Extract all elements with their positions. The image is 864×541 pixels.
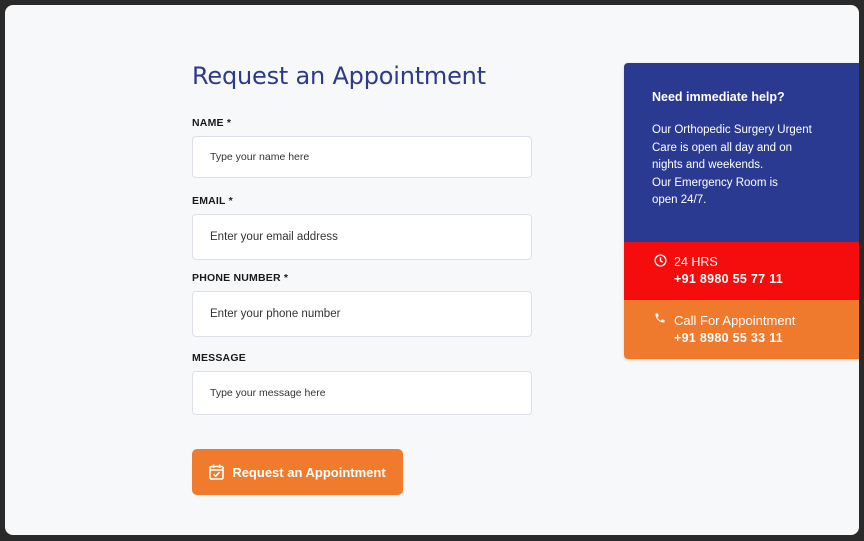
name-field[interactable] xyxy=(192,136,532,178)
emergency-phone[interactable]: +91 8980 55 77 11 xyxy=(674,272,783,286)
help-line: open 24/7. xyxy=(652,194,707,206)
appointment-contact[interactable]: Call For Appointment +91 8980 55 33 11 xyxy=(624,300,859,359)
appointment-phone[interactable]: +91 8980 55 33 11 xyxy=(674,331,783,345)
appointment-title: Call For Appointment xyxy=(674,313,796,328)
help-panel: Need immediate help? Our Orthopedic Surg… xyxy=(624,63,859,359)
page: Request an Appointment NAME * EMAIL * PH… xyxy=(5,5,859,535)
message-field[interactable] xyxy=(192,371,532,415)
phone-icon xyxy=(654,312,666,327)
help-line: Our Orthopedic Surgery Urgent xyxy=(652,124,812,136)
emergency-contact[interactable]: 24 HRS +91 8980 55 77 11 xyxy=(624,242,859,300)
phone-label: PHONE NUMBER * xyxy=(192,272,289,284)
page-title: Request an Appointment xyxy=(192,62,486,90)
help-line: nights and weekends. xyxy=(652,159,764,171)
calendar-check-icon xyxy=(209,464,225,480)
email-field[interactable] xyxy=(192,214,532,260)
message-label: MESSAGE xyxy=(192,352,246,364)
request-appointment-label: Request an Appointment xyxy=(232,464,386,480)
clock-icon xyxy=(654,254,667,270)
name-label: NAME * xyxy=(192,117,232,129)
help-line: Our Emergency Room is xyxy=(652,176,778,189)
email-label: EMAIL * xyxy=(192,195,233,207)
help-info: Need immediate help? Our Orthopedic Surg… xyxy=(624,63,859,242)
phone-field[interactable] xyxy=(192,291,532,337)
help-heading: Need immediate help? xyxy=(652,90,785,104)
emergency-title: 24 HRS xyxy=(674,255,718,269)
help-text: Our Orthopedic Surgery Urgent Care is op… xyxy=(652,122,852,210)
request-appointment-button[interactable]: Request an Appointment xyxy=(192,449,403,495)
help-line: Care is open all day and on xyxy=(652,141,793,154)
